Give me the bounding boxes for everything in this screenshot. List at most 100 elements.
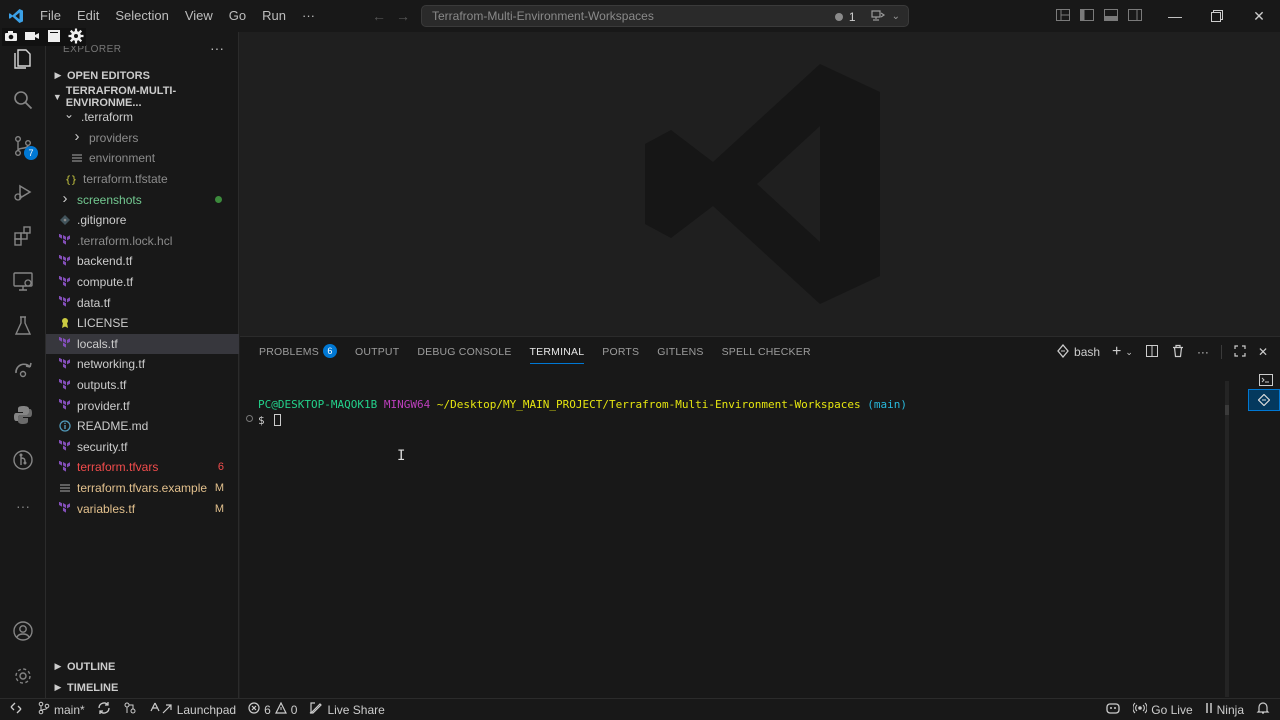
tree-file[interactable]: backend.tf (46, 251, 239, 272)
tab-debug-console[interactable]: DEBUG CONSOLE (408, 337, 520, 367)
terminal-scroll-thumb[interactable] (1225, 405, 1229, 415)
close-window-button[interactable]: ✕ (1238, 0, 1280, 32)
live-share-button[interactable]: Live Share (303, 699, 390, 720)
terminal-dropdown-chevron-icon[interactable]: ⌄ (1125, 347, 1133, 358)
copilot-button[interactable] (1099, 699, 1127, 720)
forward-arrow-icon[interactable]: → (396, 8, 410, 24)
explorer-more-icon[interactable]: ··· (210, 40, 224, 56)
tab-terminal[interactable]: TERMINAL (521, 337, 594, 367)
tree-file[interactable]: README.md (46, 416, 239, 437)
tab-ports[interactable]: PORTS (593, 337, 648, 367)
explorer-files-icon[interactable] (11, 46, 35, 70)
tree-file[interactable]: locals.tf (46, 333, 239, 355)
tree-file[interactable]: networking.tf (46, 354, 239, 375)
search-icon[interactable] (11, 88, 35, 112)
tree-file[interactable]: LICENSE (46, 313, 239, 334)
maximize-panel-icon[interactable] (1234, 344, 1246, 360)
more-actions-icon[interactable]: ··· (1197, 345, 1209, 359)
tree-file[interactable]: environment (46, 148, 239, 169)
active-terminal-icon[interactable] (1248, 389, 1280, 411)
back-arrow-icon[interactable]: ← (372, 8, 386, 24)
more-views-icon[interactable]: ··· (11, 494, 35, 518)
split-terminal-icon[interactable] (1145, 344, 1159, 361)
close-panel-icon[interactable]: ✕ (1258, 345, 1268, 359)
ninja-button[interactable]: Ninja (1199, 699, 1250, 720)
tree-file[interactable]: {} terraform.tfstate (46, 169, 239, 190)
terminal-shell-selector[interactable]: bash (1056, 343, 1100, 361)
terminal-scrollbar[interactable] (1225, 381, 1229, 697)
svg-text:{}: {} (65, 175, 77, 185)
branch-name: main* (54, 702, 85, 717)
editor-area[interactable] (240, 32, 1280, 336)
extensions-icon[interactable] (11, 224, 35, 248)
terminal-output[interactable]: PC@DESKTOP-MAQOK1B MINGW64 ~/Desktop/MY_… (258, 397, 907, 429)
sync-icon (97, 701, 111, 718)
remote-explorer-icon[interactable] (11, 269, 35, 293)
remote-indicator[interactable] (0, 699, 32, 720)
toggle-primary-sidebar-icon[interactable] (1079, 8, 1095, 25)
remote-icon[interactable] (870, 8, 886, 25)
tab-problems[interactable]: PROBLEMS 6 (250, 337, 346, 367)
tree-folder[interactable]: › screenshots (46, 189, 239, 210)
terraform-file-icon (58, 296, 72, 310)
tab-spell-checker[interactable]: SPELL CHECKER (713, 337, 820, 367)
launchpad-button[interactable]: Launchpad (143, 699, 242, 720)
menu-more[interactable]: ··· (294, 0, 323, 32)
capture-toolbar (2, 28, 86, 46)
tree-file[interactable]: data.tf (46, 292, 239, 313)
tree-folder[interactable]: ⌄ .terraform (46, 107, 239, 128)
tree-file[interactable]: provider.tf (46, 395, 239, 416)
tree-item-label: .gitignore (77, 213, 127, 228)
menu-selection[interactable]: Selection (107, 0, 176, 32)
chevron-down-icon[interactable]: ⌄ (892, 11, 900, 22)
toggle-secondary-sidebar-icon[interactable] (1127, 8, 1143, 25)
menu-go[interactable]: Go (221, 0, 254, 32)
minimize-button[interactable]: — (1154, 0, 1196, 32)
tab-output[interactable]: OUTPUT (346, 337, 408, 367)
git-graph-status[interactable] (117, 699, 143, 720)
video-camera-icon[interactable] (24, 30, 40, 45)
tree-file[interactable]: .gitignore (46, 210, 239, 231)
python-icon[interactable] (11, 403, 35, 427)
license-icon (58, 316, 72, 330)
project-section[interactable]: ▼ TERRAFROM-MULTI-ENVIRONME... (46, 85, 239, 109)
timeline-section[interactable]: ▶ TIMELINE (46, 677, 239, 698)
kill-terminal-trash-icon[interactable] (1171, 344, 1185, 361)
tab-gitlens[interactable]: GITLENS (648, 337, 712, 367)
terraform-file-icon (58, 440, 72, 454)
tree-file[interactable]: variables.tf M (46, 498, 239, 519)
command-center-search[interactable]: Terrafrom-Multi-Environment-Workspaces 1… (421, 5, 909, 27)
tree-file[interactable]: compute.tf (46, 272, 239, 293)
git-branch-status[interactable]: main* (32, 699, 91, 720)
notifications-button[interactable] (1250, 699, 1280, 720)
tree-folder[interactable]: › providers (46, 128, 239, 149)
restore-button[interactable] (1196, 0, 1238, 32)
camera-icon[interactable] (4, 30, 18, 45)
terminal-instance-icon[interactable] (1252, 369, 1280, 391)
chevron-right-icon: ▶ (54, 682, 62, 692)
menu-run[interactable]: Run (254, 0, 294, 32)
problems-status[interactable]: 6 0 (242, 699, 303, 720)
outline-section[interactable]: ▶ OUTLINE (46, 656, 239, 677)
git-graph-icon[interactable] (11, 448, 35, 472)
manage-gear-icon[interactable] (11, 664, 35, 688)
tree-file[interactable]: terraform.tfvars 6 (46, 457, 239, 478)
customize-layout-icon[interactable] (1055, 8, 1071, 25)
account-icon[interactable] (11, 619, 35, 643)
tree-file[interactable]: .terraform.lock.hcl (46, 231, 239, 252)
toggle-panel-icon[interactable] (1103, 8, 1119, 25)
tree-file[interactable]: outputs.tf (46, 375, 239, 396)
open-editors-section[interactable]: ▶ OPEN EDITORS (46, 65, 239, 86)
window-capture-icon[interactable] (46, 29, 62, 46)
settings-gear-icon[interactable] (68, 28, 84, 47)
tree-file[interactable]: terraform.tfvars.example M (46, 478, 239, 499)
tree-file[interactable]: security.tf (46, 437, 239, 458)
run-debug-icon[interactable] (11, 180, 35, 204)
go-live-button[interactable]: Go Live (1127, 699, 1198, 720)
testing-flask-icon[interactable] (11, 314, 35, 338)
source-control-icon[interactable]: 7 (11, 134, 38, 160)
menu-view[interactable]: View (177, 0, 221, 32)
sync-button[interactable] (91, 699, 117, 720)
gitlens-icon[interactable] (11, 358, 35, 382)
new-terminal-plus-icon[interactable]: + (1112, 343, 1121, 361)
